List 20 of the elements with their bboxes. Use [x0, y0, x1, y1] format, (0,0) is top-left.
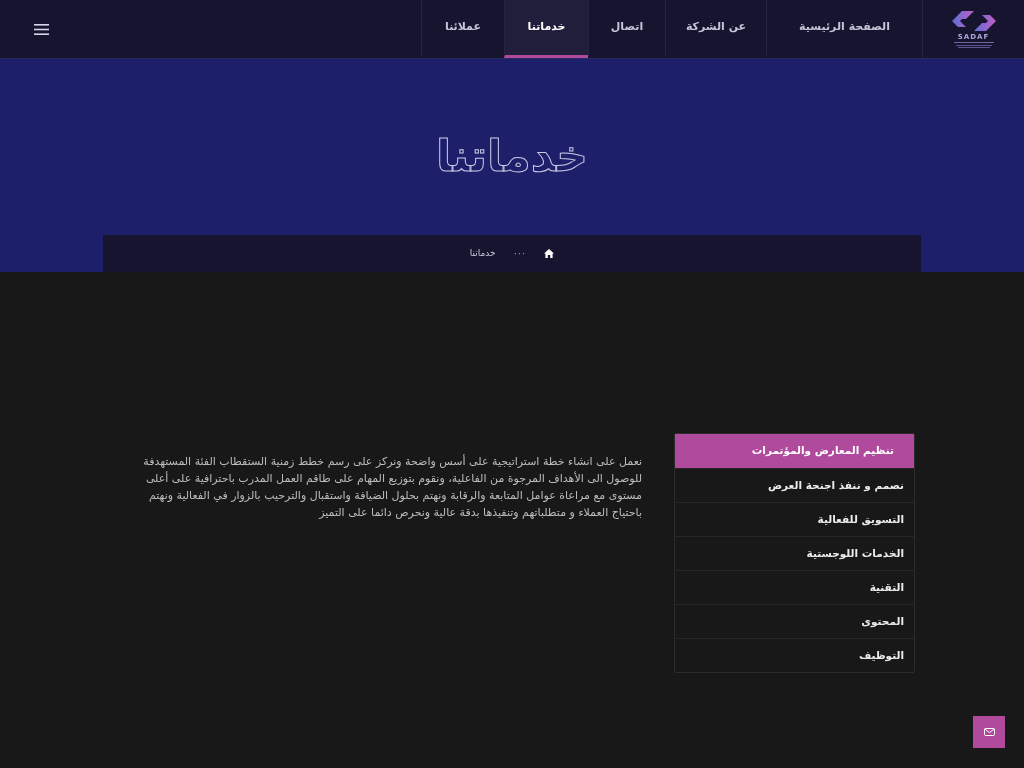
menu-icon[interactable]: [34, 23, 49, 35]
contact-button[interactable]: [973, 716, 1005, 748]
service-menu-item[interactable]: نصمم و ننفذ اجنحة العرض: [675, 468, 914, 502]
service-menu-item[interactable]: التوظيف: [675, 638, 914, 672]
breadcrumb-ellipsis[interactable]: ···: [513, 246, 527, 261]
logo-tagline-drawing: [953, 42, 994, 48]
nav-tab[interactable]: الصفحة الرئيسية: [766, 0, 922, 58]
nav-tab[interactable]: عملائنا: [421, 0, 504, 58]
nav-tab[interactable]: عن الشركة: [665, 0, 766, 58]
services-description: نعمل على انشاء خطة استراتيجية على أسس واضحة ونركز على رسم خطط زمنية الستقطاب الفئة المستهدفة للوصول الى الأهداف المرجوة من الفاعلية، ونقوم بتوزيع المهام على طاقم العمل المدرب باحترافية على أعلى مستوى مع مراعاة عوامل المتابعة والرقابة ونهتم بحلول الضيافة واستقبال والترحيب بالزوار في الفعالية ونهتم باحتياج العملاء و متطلباتهم وتنفيذها بدقة عالية ونحرص دائما على التميز: [142, 453, 642, 521]
service-menu-item[interactable]: المحتوى: [675, 604, 914, 638]
service-menu-item[interactable]: التقنية: [675, 570, 914, 604]
nav-tab[interactable]: خدماتنا: [504, 0, 588, 58]
page-title: خدماتنا: [436, 134, 588, 178]
service-menu-item[interactable]: الخدمات اللوجستية: [675, 536, 914, 570]
mail-icon: [983, 728, 995, 736]
home-icon[interactable]: [544, 249, 555, 258]
service-menu-item[interactable]: التسويق للفعالية: [675, 502, 914, 536]
service-menu-item[interactable]: تنظيم المعارض والمؤتمرات: [675, 434, 914, 468]
breadcrumb-current: خدماتنا: [469, 246, 496, 260]
